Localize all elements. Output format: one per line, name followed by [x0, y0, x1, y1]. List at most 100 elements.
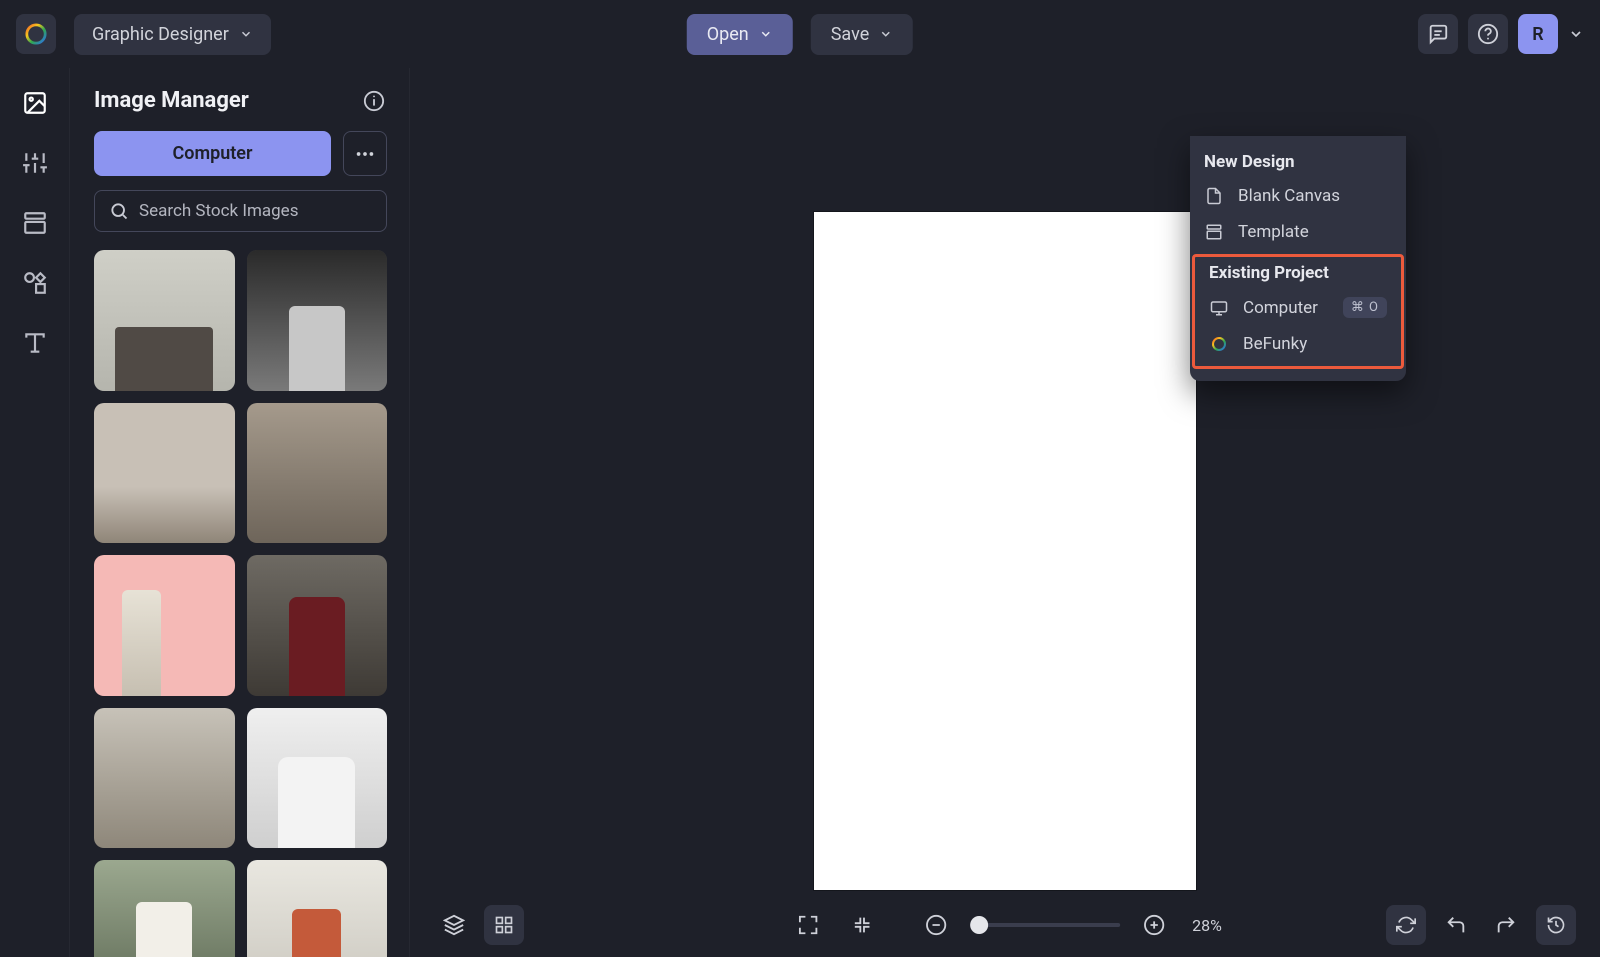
redo-button[interactable]: [1486, 905, 1526, 945]
upload-from-computer-label: Computer: [173, 143, 253, 164]
stock-thumb-9[interactable]: [94, 860, 235, 957]
search-stock-button[interactable]: Search Stock Images: [94, 190, 387, 232]
chevron-down-icon: [239, 27, 253, 41]
stock-thumb-2[interactable]: [247, 250, 388, 391]
top-center-buttons: Open Save: [687, 14, 913, 55]
undo-icon: [1445, 914, 1467, 936]
zoom-in-button[interactable]: [1134, 905, 1174, 945]
top-right-cluster: R: [1418, 14, 1584, 54]
chat-icon: [1427, 23, 1449, 45]
menu-item-open-befunky[interactable]: BeFunky: [1195, 326, 1401, 362]
feedback-button[interactable]: [1418, 14, 1458, 54]
pages-grid-button[interactable]: [484, 905, 524, 945]
save-button-label: Save: [831, 24, 870, 45]
file-icon: [1204, 186, 1224, 206]
panel-upload-row: Computer: [94, 131, 399, 176]
open-button-label: Open: [707, 24, 749, 45]
main-area: Image Manager Computer Search Stock Imag…: [0, 68, 1600, 957]
zoom-out-button[interactable]: [916, 905, 956, 945]
befunky-logo-icon: [25, 23, 47, 45]
minus-circle-icon: [925, 914, 947, 936]
fullscreen-button[interactable]: [788, 905, 828, 945]
bottom-center-group: 28%: [788, 905, 1222, 945]
thumbnail-scroll[interactable]: [94, 250, 399, 957]
panel-header: Image Manager: [94, 88, 399, 113]
app-switcher-label: Graphic Designer: [92, 24, 229, 45]
undo-button[interactable]: [1436, 905, 1476, 945]
open-button[interactable]: Open: [687, 14, 793, 55]
menu-item-template[interactable]: Template: [1190, 214, 1406, 250]
fit-screen-button[interactable]: [842, 905, 882, 945]
zoom-percent-label: 28%: [1192, 916, 1222, 935]
minimize-icon: [851, 914, 873, 936]
stock-thumb-6[interactable]: [247, 555, 388, 696]
bottom-right-group: [1386, 905, 1576, 945]
shapes-icon: [22, 270, 48, 296]
stock-thumb-3[interactable]: [94, 403, 235, 544]
open-dropdown: New Design Blank Canvas Template Existin…: [1190, 136, 1406, 381]
help-icon: [1477, 23, 1499, 45]
stock-thumb-8[interactable]: [247, 708, 388, 849]
bottom-bar: 28%: [410, 893, 1600, 957]
zoom-slider-knob[interactable]: [970, 916, 988, 934]
redo-icon: [1495, 914, 1517, 936]
thumbnail-grid: [94, 250, 393, 957]
menu-item-open-computer[interactable]: Computer ⌘ O: [1195, 289, 1401, 326]
dropdown-heading-new-design: New Design: [1190, 144, 1406, 178]
search-icon: [109, 201, 129, 221]
menu-item-label: Blank Canvas: [1238, 186, 1340, 206]
app-logo[interactable]: [16, 14, 56, 54]
canvas-area[interactable]: New Design Blank Canvas Template Existin…: [410, 68, 1600, 957]
refresh-button[interactable]: [1386, 905, 1426, 945]
befunky-logo-icon: [1209, 334, 1229, 354]
layers-icon: [443, 914, 465, 936]
app-switcher[interactable]: Graphic Designer: [74, 14, 271, 55]
stock-thumb-10[interactable]: [247, 860, 388, 957]
chevron-down-icon[interactable]: [1568, 26, 1584, 42]
upload-more-button[interactable]: [343, 131, 387, 176]
menu-item-label: Template: [1238, 222, 1309, 242]
avatar-initial: R: [1532, 24, 1543, 45]
refresh-icon: [1396, 915, 1416, 935]
grid-icon: [494, 915, 514, 935]
rail-item-templates[interactable]: [20, 208, 50, 238]
bottom-left-group: [434, 905, 524, 945]
rail-item-text[interactable]: [20, 328, 50, 358]
menu-item-label: Computer: [1243, 298, 1318, 318]
help-button[interactable]: [1468, 14, 1508, 54]
existing-project-highlight: Existing Project Computer ⌘ O BeFunky: [1192, 254, 1404, 369]
image-manager-panel: Image Manager Computer Search Stock Imag…: [70, 68, 410, 957]
panel-title: Image Manager: [94, 88, 249, 113]
chevron-down-icon: [759, 27, 773, 41]
plus-circle-icon: [1143, 914, 1165, 936]
user-avatar[interactable]: R: [1518, 14, 1558, 54]
zoom-slider[interactable]: [970, 923, 1120, 927]
stock-thumb-4[interactable]: [247, 403, 388, 544]
save-button[interactable]: Save: [811, 14, 914, 55]
stock-thumb-5[interactable]: [94, 555, 235, 696]
image-icon: [22, 90, 48, 116]
chevron-down-icon: [879, 27, 893, 41]
template-icon: [1204, 222, 1224, 242]
dots-icon: [354, 143, 376, 165]
search-stock-label: Search Stock Images: [139, 201, 298, 221]
info-icon[interactable]: [363, 90, 385, 112]
top-bar: Graphic Designer Open Save R: [0, 0, 1600, 68]
rail-item-images[interactable]: [20, 88, 50, 118]
text-icon: [22, 330, 48, 356]
menu-item-blank-canvas[interactable]: Blank Canvas: [1190, 178, 1406, 214]
stock-thumb-1[interactable]: [94, 250, 235, 391]
sliders-icon: [22, 150, 48, 176]
stock-thumb-7[interactable]: [94, 708, 235, 849]
upload-from-computer-button[interactable]: Computer: [94, 131, 331, 176]
rail-item-adjust[interactable]: [20, 148, 50, 178]
layers-button[interactable]: [434, 905, 474, 945]
canvas[interactable]: [814, 212, 1196, 890]
history-button[interactable]: [1536, 905, 1576, 945]
template-icon: [22, 210, 48, 236]
rail-item-shapes[interactable]: [20, 268, 50, 298]
tool-rail: [0, 68, 70, 957]
dropdown-heading-existing-project: Existing Project: [1195, 259, 1401, 289]
maximize-icon: [797, 914, 819, 936]
menu-item-label: BeFunky: [1243, 334, 1307, 354]
